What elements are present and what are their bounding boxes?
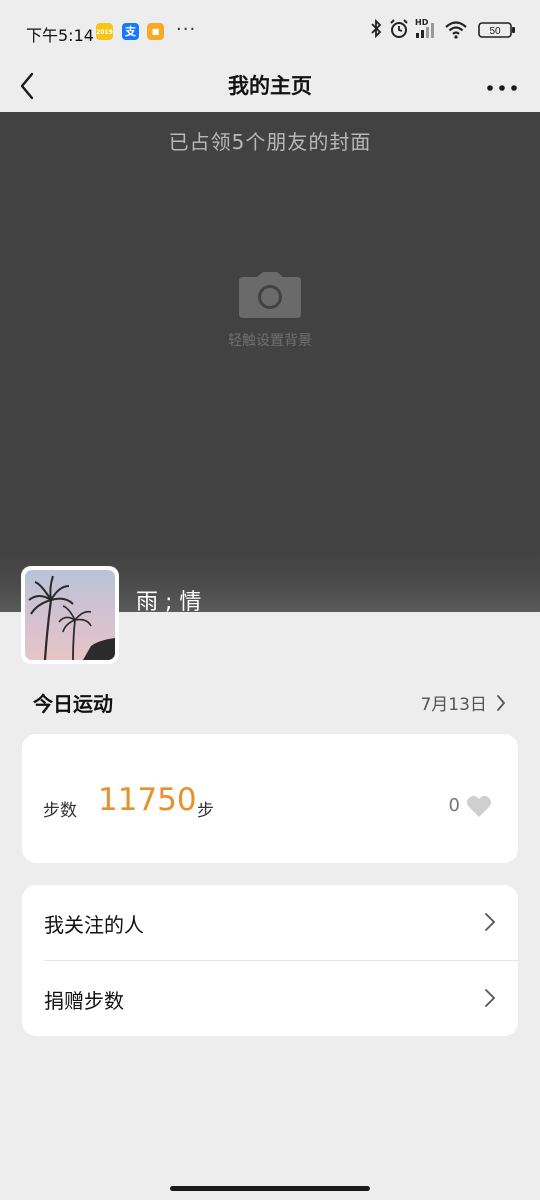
chevron-right-icon: [485, 989, 496, 1007]
status-icons: HD 50: [370, 18, 518, 44]
app-badge-3-text: ■: [151, 27, 160, 36]
avatar-image: [25, 570, 115, 660]
page-title: 我的主页: [228, 74, 312, 98]
menu-item-label: 捐赠步数: [44, 989, 124, 1013]
date-selector[interactable]: 7月13日: [420, 690, 506, 715]
app-badge-1-icon: 2019: [96, 23, 113, 40]
steps-label: 步数: [43, 801, 77, 821]
heart-icon[interactable]: [466, 794, 492, 818]
menu-item-following[interactable]: 我关注的人: [22, 885, 518, 961]
page: 下午5:14 2019 支 ■ ··· HD 50 我的主页 已占领5个朋友的封…: [0, 0, 540, 1200]
home-indicator[interactable]: [170, 1186, 370, 1191]
menu-item-label: 我关注的人: [44, 913, 144, 937]
likes-count: 0: [448, 795, 460, 816]
date-text: 7月13日: [420, 695, 487, 715]
signal-icon: [416, 23, 434, 38]
step-card[interactable]: 步数 11750 步 0: [22, 734, 518, 863]
status-time: 下午5:14: [26, 26, 94, 45]
avatar[interactable]: [21, 566, 119, 664]
camera-icon[interactable]: [239, 272, 301, 318]
nav-bar: 我的主页: [0, 62, 540, 112]
bluetooth-icon: [371, 18, 382, 39]
app-badge-3-icon: ■: [147, 23, 164, 40]
cover-occupied-text: 已占领5个朋友的封面: [168, 130, 372, 154]
username: 雨 ; 情: [136, 590, 202, 615]
app-badge-1-text: 2019: [96, 29, 113, 36]
set-background-hint[interactable]: 轻触设置背景: [0, 330, 540, 350]
alarm-icon: [390, 19, 408, 38]
status-bar: 下午5:14 2019 支 ■ ··· HD 50: [0, 0, 540, 62]
steps-value: 11750: [98, 782, 197, 818]
wifi-icon: [445, 21, 467, 39]
alipay-text: 支: [125, 25, 136, 38]
battery-icon: 50: [478, 22, 515, 38]
alipay-icon: 支: [122, 23, 139, 40]
chevron-right-icon: [485, 913, 496, 931]
battery-level: 50: [489, 26, 501, 37]
today-sport-title: 今日运动: [33, 692, 113, 716]
more-options-icon[interactable]: [484, 70, 520, 102]
more-notifications-icon: ···: [176, 19, 197, 40]
cover-area[interactable]: 已占领5个朋友的封面 轻触设置背景: [0, 112, 540, 612]
steps-unit: 步: [197, 801, 214, 821]
menu-item-donate-steps[interactable]: 捐赠步数: [22, 961, 518, 1036]
menu-list: 我关注的人 捐赠步数: [22, 885, 518, 1036]
chevron-right-icon: [497, 694, 506, 711]
